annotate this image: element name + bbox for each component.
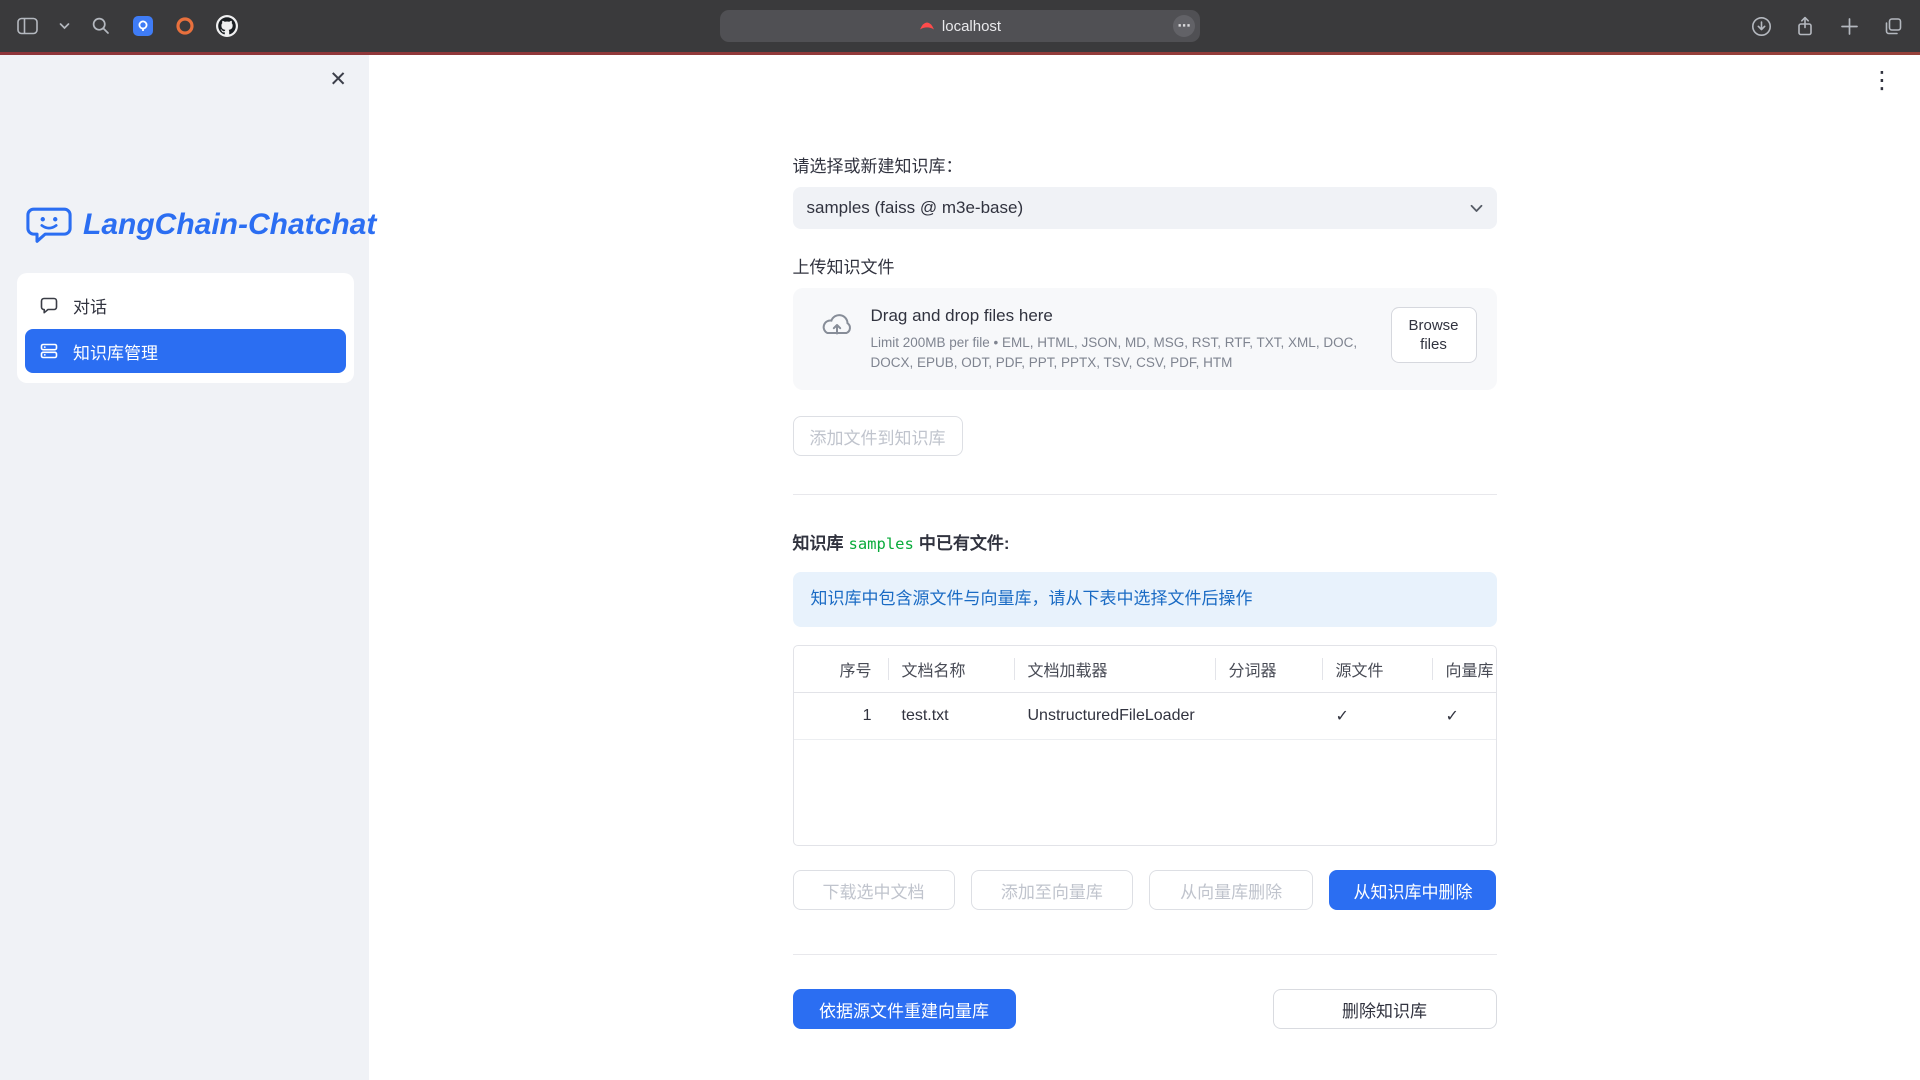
cell-splitter bbox=[1215, 693, 1322, 739]
address-url: localhost bbox=[942, 18, 1001, 35]
table-header-index[interactable]: 序号 bbox=[794, 646, 888, 692]
table-row[interactable]: 1 test.txt UnstructuredFileLoader ✓ ✓ bbox=[794, 693, 1496, 740]
delete-from-kb-button[interactable]: 从知识库中删除 bbox=[1329, 870, 1496, 910]
cell-name: test.txt bbox=[888, 693, 1014, 739]
rebuild-vector-store-button[interactable]: 依据源文件重建向量库 bbox=[793, 989, 1016, 1029]
kb-heading-prefix: 知识库 bbox=[793, 534, 844, 553]
kb-files-heading: 知识库 samples 中已有文件: bbox=[793, 529, 1497, 554]
sidebar-close-icon[interactable]: ✕ bbox=[329, 69, 347, 90]
kb-actions: 依据源文件重建向量库 删除知识库 bbox=[793, 989, 1497, 1029]
add-to-vector-button[interactable]: 添加至向量库 bbox=[971, 870, 1133, 910]
sidebar: ✕ LangChain-Chatchat 对话 bbox=[0, 55, 369, 1080]
upload-label: 上传知识文件 bbox=[793, 253, 1497, 278]
sidebar-item-knowledge-base[interactable]: 知识库管理 bbox=[25, 329, 346, 373]
tabs-overview-icon[interactable] bbox=[1882, 15, 1904, 37]
sidebar-item-label: 知识库管理 bbox=[73, 339, 158, 364]
table-actions: 下载选中文档 添加至向量库 从向量库删除 从知识库中删除 bbox=[793, 870, 1497, 910]
table-header-vector[interactable]: 向量库 bbox=[1432, 646, 1496, 692]
address-ellipsis-icon[interactable]: ⋯ bbox=[1173, 15, 1195, 37]
info-banner: 知识库中包含源文件与向量库，请从下表中选择文件后操作 bbox=[793, 572, 1497, 627]
divider bbox=[793, 954, 1497, 955]
kb-heading-suffix: 中已有文件: bbox=[919, 534, 1010, 553]
delete-kb-button[interactable]: 删除知识库 bbox=[1273, 989, 1497, 1029]
select-kb-label: 请选择或新建知识库： bbox=[793, 152, 1497, 177]
browse-files-button[interactable]: Browse files bbox=[1391, 307, 1477, 363]
extension-icon-blue[interactable] bbox=[132, 15, 154, 37]
app-page: ✕ LangChain-Chatchat 对话 bbox=[0, 55, 1920, 1080]
knowledge-base-icon bbox=[39, 341, 59, 361]
search-icon[interactable] bbox=[90, 15, 112, 37]
extension-icon-github[interactable] bbox=[216, 15, 238, 37]
download-icon[interactable] bbox=[1750, 15, 1772, 37]
chat-icon bbox=[39, 295, 59, 315]
new-tab-icon[interactable] bbox=[1838, 15, 1860, 37]
sidebar-toggle-icon[interactable] bbox=[16, 15, 38, 37]
files-table: 序号 文档名称 文档加载器 分词器 源文件 向量库 1 test.txt Uns… bbox=[793, 645, 1497, 846]
logo-chat-bubble-icon bbox=[26, 205, 72, 245]
sidebar-item-label: 对话 bbox=[73, 293, 107, 318]
delete-from-vector-button[interactable]: 从向量库删除 bbox=[1149, 870, 1313, 910]
app-menu-kebab-icon[interactable]: ⋮ bbox=[1870, 69, 1894, 93]
table-header-splitter[interactable]: 分词器 bbox=[1215, 646, 1322, 692]
table-header-row: 序号 文档名称 文档加载器 分词器 源文件 向量库 bbox=[794, 646, 1496, 693]
table-header-source[interactable]: 源文件 bbox=[1322, 646, 1432, 692]
add-files-to-kb-button[interactable]: 添加文件到知识库 bbox=[793, 416, 963, 456]
kb-name-code: samples bbox=[849, 535, 914, 553]
cell-vector-check: ✓ bbox=[1432, 693, 1496, 739]
divider bbox=[793, 494, 1497, 495]
site-favicon bbox=[919, 18, 935, 34]
address-bar[interactable]: localhost ⋯ bbox=[720, 10, 1200, 42]
cell-index: 1 bbox=[794, 693, 888, 739]
dropzone-title: Drag and drop files here bbox=[871, 306, 1386, 326]
extension-icon-ring[interactable] bbox=[174, 15, 196, 37]
sidebar-menu: 对话 知识库管理 bbox=[17, 273, 354, 383]
kb-select-value: samples (faiss @ m3e-base) bbox=[807, 198, 1024, 218]
kb-select[interactable]: samples (faiss @ m3e-base) bbox=[793, 187, 1497, 229]
app-logo: LangChain-Chatchat bbox=[26, 205, 376, 245]
download-selected-button[interactable]: 下载选中文档 bbox=[793, 870, 955, 910]
sidebar-item-dialogue[interactable]: 对话 bbox=[25, 283, 346, 327]
dropzone-limit-text: Limit 200MB per file • EML, HTML, JSON, … bbox=[871, 333, 1386, 372]
browser-toolbar: localhost ⋯ bbox=[0, 0, 1920, 52]
chevron-down-icon[interactable] bbox=[58, 15, 70, 37]
file-dropzone[interactable]: Drag and drop files here Limit 200MB per… bbox=[793, 288, 1497, 390]
table-header-loader[interactable]: 文档加载器 bbox=[1014, 646, 1215, 692]
main-content: ⋮ 请选择或新建知识库： samples (faiss @ m3e-base) … bbox=[369, 55, 1920, 1080]
cell-source-check: ✓ bbox=[1322, 693, 1432, 739]
logo-text: LangChain-Chatchat bbox=[83, 208, 376, 242]
cell-loader: UnstructuredFileLoader bbox=[1014, 693, 1215, 739]
table-header-name[interactable]: 文档名称 bbox=[888, 646, 1014, 692]
select-chevron-down-icon bbox=[1470, 204, 1483, 213]
upload-cloud-icon bbox=[819, 312, 855, 344]
share-icon[interactable] bbox=[1794, 15, 1816, 37]
